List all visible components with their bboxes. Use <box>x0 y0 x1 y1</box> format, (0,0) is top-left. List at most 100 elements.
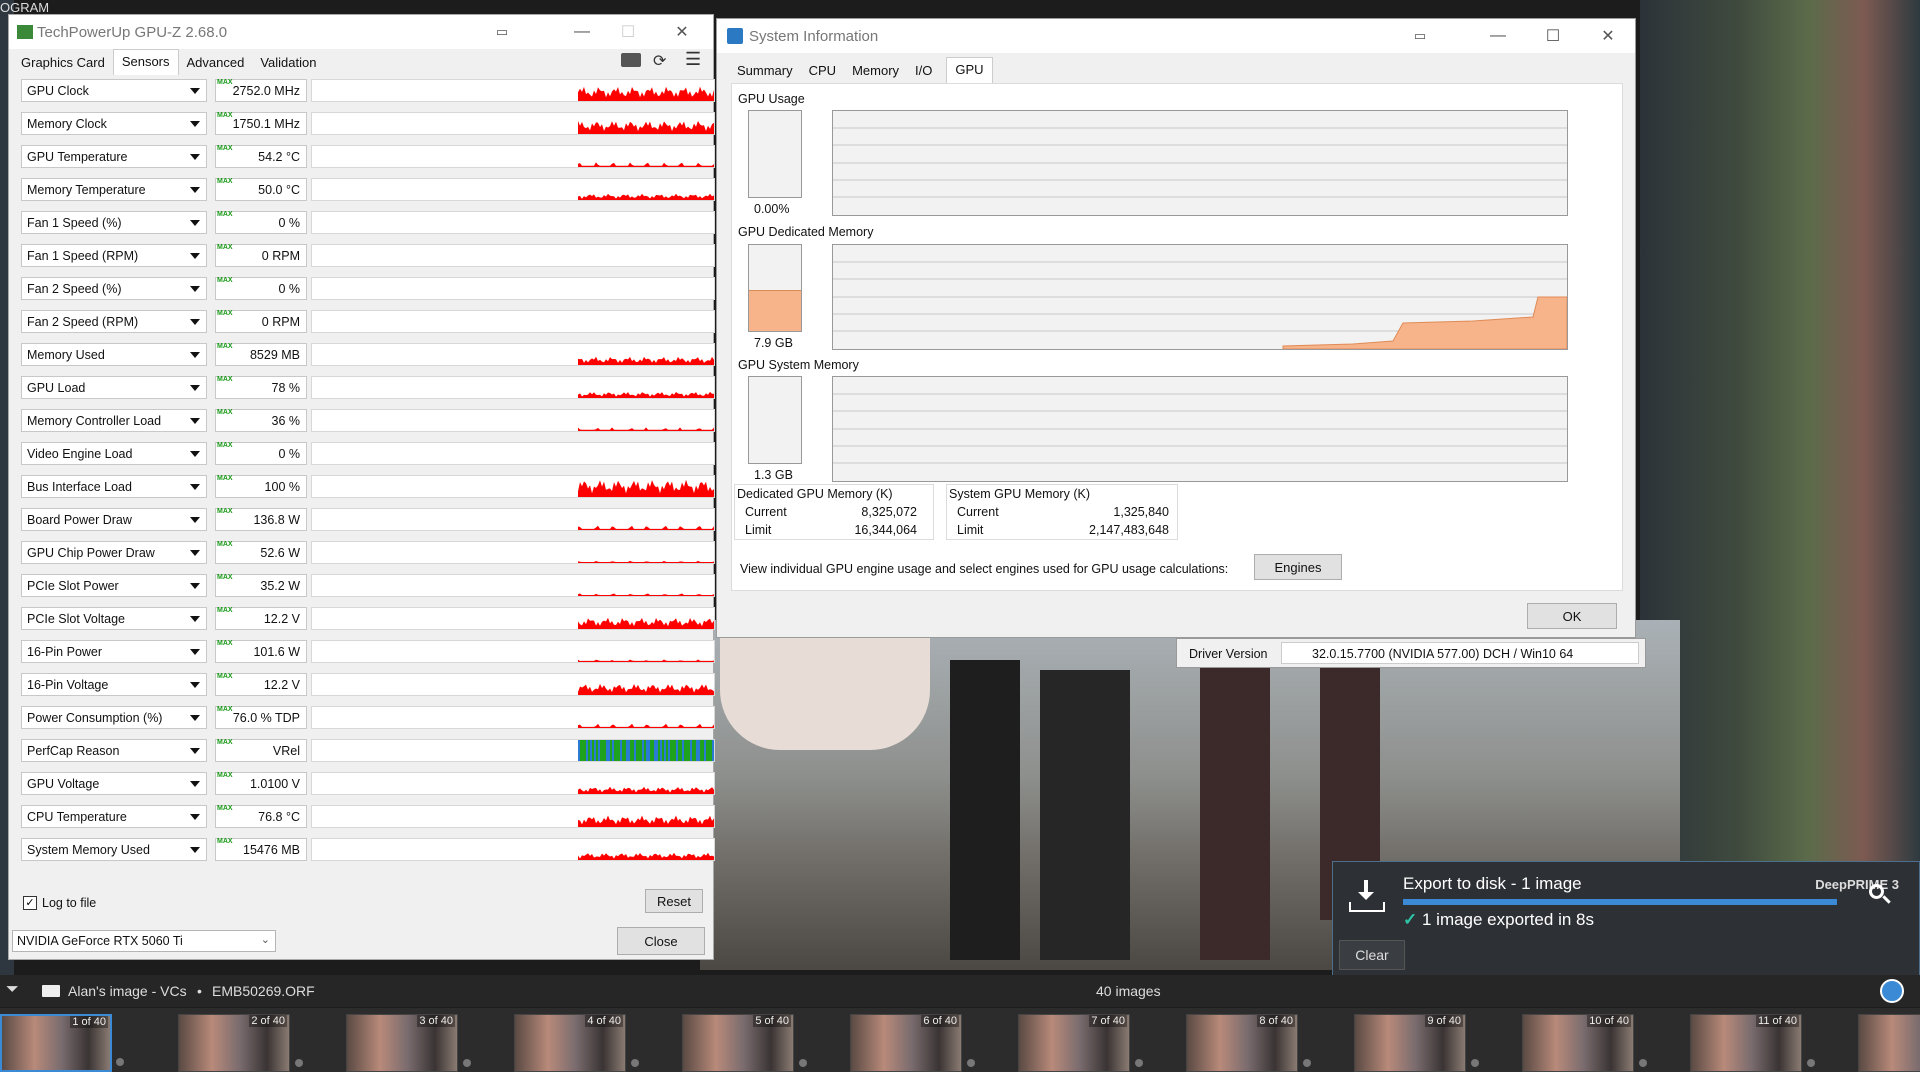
sensor-name-dropdown[interactable]: GPU Temperature <box>21 145 207 168</box>
sensor-row: Memory Temperature MAX 50.0 °C <box>21 176 715 203</box>
filmstrip-thumbnail[interactable]: 9 of 40 <box>1354 1014 1479 1072</box>
sensor-graph <box>311 310 715 333</box>
breadcrumb-folder[interactable]: Alan's image - VCs <box>68 983 187 999</box>
sensor-name-dropdown[interactable]: CPU Temperature <box>21 805 207 828</box>
sensor-name-dropdown[interactable]: Bus Interface Load <box>21 475 207 498</box>
sensor-name-dropdown[interactable]: Fan 1 Speed (RPM) <box>21 244 207 267</box>
sensor-name-dropdown[interactable]: PerfCap Reason <box>21 739 207 762</box>
sensor-graph-area <box>578 617 714 629</box>
ok-button[interactable]: OK <box>1527 603 1617 629</box>
tab-memory[interactable]: Memory <box>844 59 907 83</box>
sensor-name-dropdown[interactable]: GPU Voltage <box>21 772 207 795</box>
filmstrip-thumbnail[interactable]: 4 of 40 <box>514 1014 639 1072</box>
perfcap-bar <box>704 740 706 761</box>
tab-graphics-card[interactable]: Graphics Card <box>13 51 113 75</box>
perfcap-bar <box>642 740 644 761</box>
sensor-name-dropdown[interactable]: Memory Used <box>21 343 207 366</box>
device-select-value: NVIDIA GeForce RTX 5060 Ti <box>17 934 183 948</box>
filmstrip-thumbnail[interactable]: 7 of 40 <box>1018 1014 1143 1072</box>
minimize-button[interactable]: — <box>1475 19 1521 53</box>
camera-icon[interactable] <box>621 53 641 67</box>
sensor-name-dropdown[interactable]: Memory Temperature <box>21 178 207 201</box>
sensor-name-dropdown[interactable]: PCIe Slot Power <box>21 574 207 597</box>
sensor-name-dropdown[interactable]: System Memory Used <box>21 838 207 861</box>
sensor-name-dropdown[interactable]: Fan 2 Speed (%) <box>21 277 207 300</box>
max-indicator: MAX <box>217 541 233 548</box>
sensor-name-dropdown[interactable]: 16-Pin Voltage <box>21 673 207 696</box>
log-to-file-checkbox[interactable]: ✓ <box>23 896 37 910</box>
clear-button[interactable]: Clear <box>1339 940 1405 970</box>
minimize-button[interactable]: — <box>559 15 605 49</box>
gpu-tab-pane: GPU Usage 0.00% GPU Dedicated Memory 7.9… <box>731 83 1623 591</box>
close-button[interactable]: ✕ <box>659 15 705 49</box>
filmstrip-thumbnail[interactable]: 8 of 40 <box>1186 1014 1311 1072</box>
tab-summary[interactable]: Summary <box>729 59 801 83</box>
screenshot-icon[interactable]: ▭ <box>1397 19 1443 53</box>
filmstrip-thumbnail[interactable]: 6 of 40 <box>850 1014 975 1072</box>
filmstrip-thumbnail[interactable]: 12 of 40 <box>1858 1014 1920 1072</box>
perfcap-bar <box>604 740 606 761</box>
perfcap-bar <box>672 740 674 761</box>
screenshot-icon[interactable]: ▭ <box>479 15 525 49</box>
sensor-graph-area <box>578 479 714 497</box>
engines-button[interactable]: Engines <box>1254 554 1342 580</box>
sensor-row: Board Power Draw MAX 136.8 W <box>21 506 715 533</box>
sensor-name-dropdown[interactable]: PCIe Slot Voltage <box>21 607 207 630</box>
menu-icon[interactable]: ☰ <box>685 49 701 70</box>
search-icon[interactable] <box>1869 884 1891 906</box>
sensor-graph-plot <box>578 278 714 299</box>
filmstrip-thumbnail[interactable]: 5 of 40 <box>682 1014 807 1072</box>
sensor-graph <box>311 442 715 465</box>
filmstrip-thumbnail[interactable]: 10 of 40 <box>1522 1014 1647 1072</box>
gpu-usage-meter <box>748 110 802 198</box>
sensor-name-dropdown[interactable]: Memory Controller Load <box>21 409 207 432</box>
perfcap-bar <box>648 740 650 761</box>
system-memory-label: GPU System Memory <box>738 358 859 372</box>
filmstrip-thumbnail[interactable]: 3 of 40 <box>346 1014 471 1072</box>
chevron-down-icon <box>190 88 200 94</box>
tab-gpu[interactable]: GPU <box>946 57 993 83</box>
sensor-graph <box>311 376 715 399</box>
sensor-graph-area <box>578 427 714 431</box>
sensor-name-dropdown[interactable]: Fan 1 Speed (%) <box>21 211 207 234</box>
maximize-button[interactable]: ☐ <box>605 15 651 49</box>
reset-button[interactable]: Reset <box>645 889 703 913</box>
tab-validation[interactable]: Validation <box>252 51 324 75</box>
refresh-icon[interactable]: ⟳ <box>653 51 666 71</box>
sensor-graph-plot <box>578 162 714 167</box>
device-select[interactable]: NVIDIA GeForce RTX 5060 Ti ⌄ <box>12 930 276 952</box>
sensor-name-dropdown[interactable]: Fan 2 Speed (RPM) <box>21 310 207 333</box>
filmstrip-thumbnail[interactable]: 11 of 40 <box>1690 1014 1815 1072</box>
sensor-name-dropdown[interactable]: GPU Load <box>21 376 207 399</box>
tab-io[interactable]: I/O <box>907 59 940 83</box>
sensor-name-dropdown[interactable]: Video Engine Load <box>21 442 207 465</box>
sensor-name: GPU Clock <box>27 84 89 98</box>
sensor-name-dropdown[interactable]: 16-Pin Power <box>21 640 207 663</box>
close-button[interactable]: ✕ <box>1585 19 1631 53</box>
tab-cpu[interactable]: CPU <box>801 59 844 83</box>
sensor-graph <box>311 739 715 762</box>
sensor-graph <box>311 574 715 597</box>
image-count: 40 images <box>1096 983 1161 999</box>
filter-icon[interactable]: ⏷ <box>6 981 19 999</box>
sensor-row: System Memory Used MAX 15476 MB <box>21 836 715 863</box>
sensor-graph <box>311 145 715 168</box>
sensor-name-dropdown[interactable]: GPU Chip Power Draw <box>21 541 207 564</box>
sensor-name-dropdown[interactable]: Board Power Draw <box>21 508 207 531</box>
system-memory-graph <box>832 376 1568 482</box>
breadcrumb-file[interactable]: EMB50269.ORF <box>212 983 315 999</box>
tab-sensors[interactable]: Sensors <box>112 49 179 75</box>
filmstrip-thumbnail[interactable]: 2 of 40 <box>178 1014 303 1072</box>
sensor-name-dropdown[interactable]: Power Consumption (%) <box>21 706 207 729</box>
tab-advanced[interactable]: Advanced <box>179 51 253 75</box>
maximize-button[interactable]: ☐ <box>1530 19 1576 53</box>
sync-icon[interactable] <box>1880 979 1904 1003</box>
sensor-graph <box>311 244 715 267</box>
perfcap-bar <box>578 740 580 761</box>
close-app-button[interactable]: Close <box>617 927 705 955</box>
filmstrip-thumbnail[interactable]: 1 of 40 <box>0 1014 124 1072</box>
sensor-value: MAX 8529 MB <box>215 343 307 366</box>
perfcap-bar <box>632 740 634 761</box>
sensor-name-dropdown[interactable]: Memory Clock <box>21 112 207 135</box>
sensor-name-dropdown[interactable]: GPU Clock <box>21 79 207 102</box>
